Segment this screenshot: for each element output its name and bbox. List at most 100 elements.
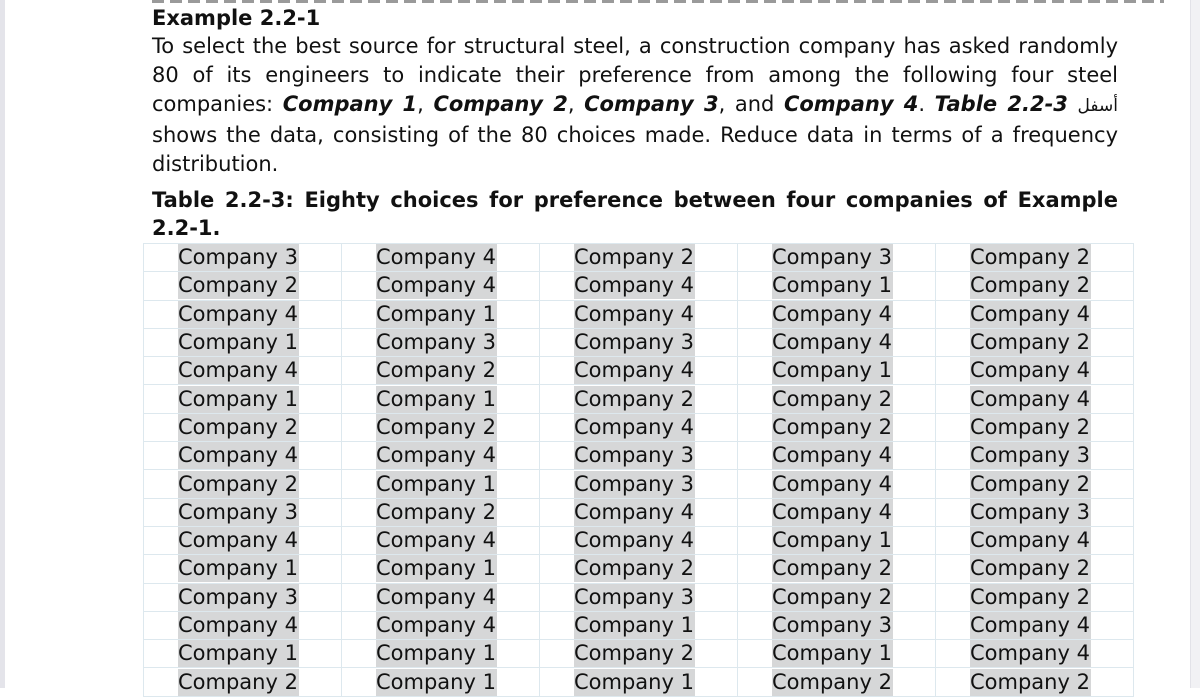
table-cell: Company 3	[737, 242, 936, 273]
table-cell: Company 4	[935, 525, 1134, 556]
company-choice: Company 4	[574, 272, 695, 300]
company-choice: Company 2	[574, 640, 695, 668]
company-choice: Company 4	[772, 470, 893, 498]
table-cell: Company 2	[539, 639, 738, 669]
company-choice: Company 4	[970, 300, 1091, 328]
table-cell: Company 4	[935, 299, 1134, 329]
company-choice: Company 4	[970, 527, 1091, 555]
table-row: Company 4 Company 4 Company 1 Company 3 Comp…	[143, 610, 1134, 641]
table-cell: Company 4	[539, 356, 738, 386]
company-choice: Company 2	[376, 413, 497, 441]
company-choice: Company 4	[772, 498, 893, 526]
table-cell: Company 4	[341, 525, 540, 556]
table-cell: Company 4	[539, 525, 738, 556]
company-choice: Company 1	[772, 640, 893, 668]
table-cell: Company 2	[341, 356, 540, 386]
table-row: Company 2 Company 1 Company 1 Company 2 Comp…	[143, 667, 1134, 697]
table-cell: Company 1	[341, 639, 540, 669]
company-4-emphasis: Company 4	[783, 92, 919, 116]
example-section: Example 2.2-1 To select the best source …	[152, 4, 1118, 179]
table-cell: Company 2	[737, 667, 936, 697]
company-choice: Company 4	[178, 357, 299, 385]
table-cell: Company 1	[341, 667, 540, 697]
company-choice: Company 4	[376, 442, 497, 470]
table-cell: Company 2	[935, 242, 1134, 273]
table-cell: Company 2	[143, 412, 342, 443]
company-choice: Company 4	[178, 300, 299, 328]
company-choice: Company 2	[970, 329, 1091, 357]
company-choice: Company 2	[970, 583, 1091, 611]
company-choice: Company 2	[970, 272, 1091, 300]
table-cell: Company 3	[539, 441, 738, 471]
company-choice: Company 2	[376, 498, 497, 526]
table-row: Company 4 Company 4 Company 3 Company 4 Comp…	[143, 441, 1134, 471]
company-choice: Company 2	[574, 555, 695, 583]
table-cell: Company 4	[341, 582, 540, 612]
company-choice: Company 3	[376, 329, 497, 357]
table-cell: Company 4	[737, 469, 936, 499]
table-caption: Table 2.2-3: Eighty choices for preferen…	[152, 188, 1118, 240]
company-2-emphasis: Company 2	[433, 92, 568, 116]
company-choice: Company 1	[772, 527, 893, 555]
table-cell: Company 2	[143, 667, 342, 697]
company-choice: Company 2	[178, 413, 299, 441]
table-cell: Company 4	[341, 441, 540, 471]
company-choice: Company 3	[574, 470, 695, 498]
separator: ,	[567, 92, 585, 116]
company-choice: Company 3	[574, 442, 695, 470]
table-cell: Company 3	[539, 469, 738, 499]
table-cell: Company 1	[341, 469, 540, 499]
table-cell: Company 3	[143, 497, 342, 527]
arabic-annotation: أسفل	[1077, 96, 1118, 116]
company-choice: Company 1	[376, 470, 497, 498]
table-cell: Company 4	[143, 441, 342, 471]
company-choice: Company 4	[772, 329, 893, 357]
table-cell: Company 2	[737, 412, 936, 443]
company-choice: Company 2	[970, 470, 1091, 498]
table-cell: Company 4	[341, 242, 540, 273]
right-scroll-edge	[1190, 0, 1200, 688]
table-row: Company 1 Company 1 Company 2 Company 2 Comp…	[143, 554, 1134, 584]
company-choice: Company 2	[178, 272, 299, 300]
table-cell: Company 1	[341, 299, 540, 329]
company-choice: Company 2	[970, 555, 1091, 583]
company-1-emphasis: Company 1	[282, 92, 418, 116]
table-cell: Company 3	[539, 582, 738, 612]
table-cell: Company 3	[143, 242, 342, 273]
table-cell: Company 2	[935, 271, 1134, 301]
table-cell: Company 4	[143, 356, 342, 386]
company-choice: Company 4	[574, 527, 695, 555]
company-choice: Company 3	[178, 498, 299, 526]
table-cell: Company 2	[341, 412, 540, 443]
table-cell: Company 3	[539, 327, 738, 358]
table-row: Company 4 Company 1 Company 4 Company 4 Comp…	[143, 299, 1134, 329]
company-choice: Company 4	[376, 612, 497, 639]
table-cell: Company 1	[143, 384, 342, 414]
table-cell: Company 2	[935, 582, 1134, 612]
table-cell: Company 2	[539, 384, 738, 414]
table-row: Company 2 Company 1 Company 3 Company 4 Comp…	[143, 469, 1134, 499]
separator: , and	[718, 92, 784, 116]
table-cell: Company 1	[143, 554, 342, 584]
table-row: Company 1 Company 1 Company 2 Company 2 Comp…	[143, 384, 1134, 414]
top-dashed-border	[152, 0, 1164, 3]
table-cell: Company 2	[539, 554, 738, 584]
table-cell: Company 4	[935, 384, 1134, 414]
table-cell: Company 2	[935, 412, 1134, 443]
company-choice: Company 3	[178, 583, 299, 611]
table-cell: Company 4	[737, 299, 936, 329]
table-cell: Company 1	[143, 327, 342, 358]
company-choice: Company 2	[970, 413, 1091, 441]
company-choice: Company 3	[772, 612, 893, 639]
table-cell: Company 4	[539, 271, 738, 301]
company-choice: Company 4	[772, 300, 893, 328]
table-cell: Company 2	[935, 667, 1134, 697]
left-scroll-edge	[0, 0, 5, 688]
table-cell: Company 4	[143, 610, 342, 641]
table-cell: Company 4	[935, 356, 1134, 386]
choices-table: Company 3 Company 4 Company 2 Company 3 Comp…	[143, 242, 1134, 697]
table-cell: Company 4	[539, 412, 738, 443]
table-cell: Company 2	[143, 469, 342, 499]
table-row: Company 2 Company 2 Company 4 Company 2 Comp…	[143, 412, 1134, 443]
company-choice: Company 1	[376, 668, 497, 696]
